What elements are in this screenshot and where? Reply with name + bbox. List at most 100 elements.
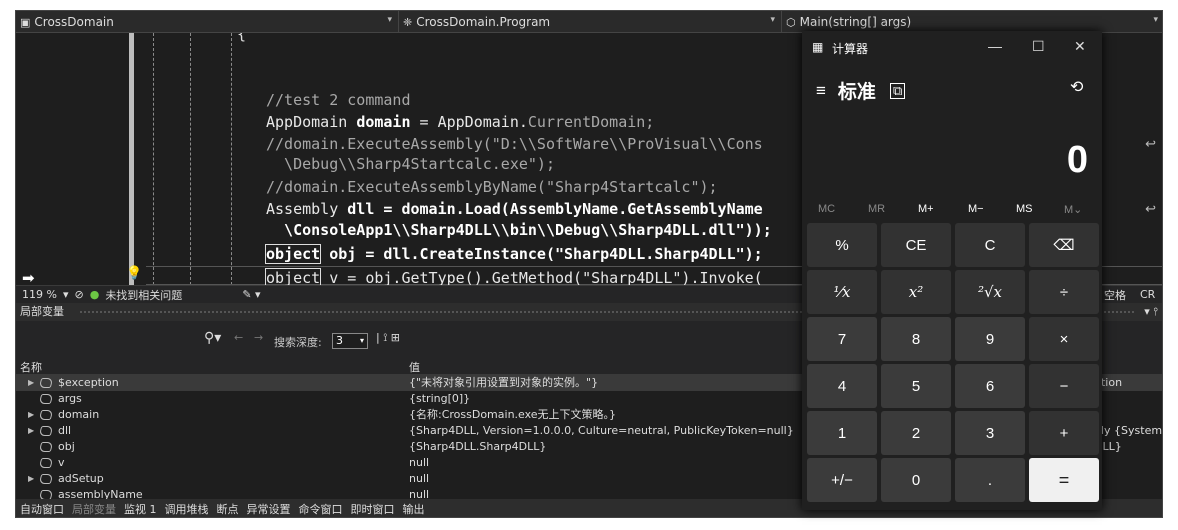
indent-guide [190, 33, 191, 285]
digit-5-button[interactable]: 5 [881, 364, 951, 408]
tab-watch[interactable]: 监视 1 [124, 501, 157, 517]
name-column-header[interactable]: 名称 [20, 359, 42, 375]
forward-arrow-icon[interactable]: → [254, 331, 263, 344]
class-label: CrossDomain.Program [416, 15, 551, 29]
indent-guide [153, 33, 154, 285]
execution-pointer-icon: ➡ [22, 269, 35, 285]
memory-store-button[interactable]: MS [1016, 203, 1033, 215]
tab-call-stack[interactable]: 调用堆栈 [165, 501, 209, 517]
digit-6-button[interactable]: 6 [955, 364, 1025, 408]
chevron-down-icon[interactable]: ▾ [63, 288, 69, 301]
search-depth-select[interactable]: 3 ▾ [332, 333, 368, 349]
change-tracking-bar [129, 33, 134, 285]
value-column-header[interactable]: 值 [409, 359, 420, 375]
brush-icon[interactable]: ✎ ▾ [242, 288, 260, 301]
digit-4-button[interactable]: 4 [807, 364, 877, 408]
calculator-display: 0 [1066, 139, 1088, 181]
variable-icon [38, 442, 54, 452]
wrap-icon: ↩ [1145, 202, 1156, 217]
history-icon[interactable]: ⟲ [1070, 77, 1083, 97]
reciprocal-button[interactable]: ¹⁄x [807, 270, 877, 314]
zoom-level[interactable]: 119 % [22, 288, 57, 301]
clear-button[interactable]: C [955, 223, 1025, 267]
health-icon: ⊘ [74, 288, 84, 301]
multiply-button[interactable]: × [1029, 317, 1099, 361]
memory-add-button[interactable]: M+ [918, 203, 934, 215]
calculator-titlebar: ▦ 计算器 — ☐ ✕ [802, 31, 1102, 63]
tab-output[interactable]: 输出 [403, 501, 425, 517]
add-button[interactable]: + [1029, 411, 1099, 455]
negate-button[interactable]: +/− [807, 458, 877, 502]
pin-toggle-icon[interactable]: | ⟟ ⊞ [376, 331, 400, 345]
square-button[interactable]: x² [881, 270, 951, 314]
clear-entry-button[interactable]: CE [881, 223, 951, 267]
class-icon: ❈ [403, 15, 413, 29]
expand-icon[interactable]: ▶ [28, 423, 34, 439]
square-root-button[interactable]: ²√x [955, 270, 1025, 314]
member-label: Main(string[] args) [799, 15, 912, 29]
divide-button[interactable]: ÷ [1029, 270, 1099, 314]
expand-icon[interactable]: ▶ [28, 471, 34, 487]
tab-autos[interactable]: 自动窗口 [20, 501, 64, 517]
backspace-button[interactable]: ⌫ [1029, 223, 1099, 267]
navigation-bar: ▣ CrossDomain ▾ ❈ CrossDomain.Program ▾ … [16, 11, 1162, 33]
tab-immediate-window[interactable]: 即时窗口 [351, 501, 395, 517]
calculator-title: 计算器 [832, 42, 869, 56]
tab-command-window[interactable]: 命令窗口 [299, 501, 343, 517]
code-line-22-wrap: \ConsoleApp1\\Sharp4DLL\\bin\\Debug\\Sha… [266, 221, 772, 239]
csharp-project-icon: ▣ [20, 15, 31, 29]
always-on-top-icon[interactable]: ⧉ [889, 82, 906, 99]
digit-9-button[interactable]: 9 [955, 317, 1025, 361]
code-line-21: //domain.ExecuteAssemblyByName("Sharp4St… [266, 178, 718, 196]
lightbulb-icon[interactable]: 💡 [126, 266, 142, 281]
code-line-20: //domain.ExecuteAssembly("D:\\SoftWare\\… [266, 135, 763, 153]
maximize-icon[interactable]: ☐ [1032, 38, 1045, 55]
variable-icon [38, 490, 54, 499]
code-line-23: object obj = dll.CreateInstance("Sharp4D… [264, 244, 763, 264]
code-line-19: AppDomain domain = AppDomain.CurrentDoma… [266, 113, 655, 131]
back-arrow-icon[interactable]: ← [234, 331, 243, 344]
project-label: CrossDomain [34, 15, 114, 29]
digit-0-button[interactable]: 0 [881, 458, 951, 502]
class-dropdown[interactable]: ❈ CrossDomain.Program ▾ [399, 11, 782, 33]
chevron-down-icon: ▾ [1153, 15, 1158, 25]
member-dropdown[interactable]: ⬡ Main(string[] args) ▾ [782, 11, 1162, 33]
memory-subtract-button[interactable]: M− [968, 203, 984, 215]
digit-3-button[interactable]: 3 [955, 411, 1025, 455]
digit-1-button[interactable]: 1 [807, 411, 877, 455]
memory-list-button[interactable]: M⌄ [1064, 203, 1082, 216]
chevron-down-icon: ▾ [770, 15, 775, 25]
tab-breakpoints[interactable]: 断点 [217, 501, 239, 517]
project-dropdown[interactable]: ▣ CrossDomain ▾ [16, 11, 399, 33]
pin-icon[interactable]: ▾ ⫯ [1144, 303, 1158, 321]
search-depth-label: 搜索深度: [274, 336, 322, 349]
issues-label[interactable]: 未找到相关问题 [105, 287, 182, 303]
chevron-down-icon: ▾ [387, 15, 392, 25]
code-line-24: object v = obj.GetType().GetMethod("Shar… [264, 268, 763, 285]
search-icon[interactable]: ⚲▾ [204, 330, 221, 346]
variable-icon [38, 410, 54, 420]
memory-recall-button[interactable]: MR [868, 203, 885, 215]
mode-label: 标准 [837, 82, 876, 103]
line-number-gutter: 15 16 17 18 19 20 21 22 23 24 [16, 33, 146, 285]
wrap-icon: ↩ [1145, 137, 1156, 152]
minimize-icon[interactable]: — [988, 38, 1002, 54]
code-line-18: //test 2 command [266, 91, 411, 109]
digit-7-button[interactable]: 7 [807, 317, 877, 361]
digit-8-button[interactable]: 8 [881, 317, 951, 361]
menu-icon[interactable]: ≡ [816, 81, 826, 101]
space-label: 空格 [1104, 288, 1126, 302]
subtract-button[interactable]: − [1029, 364, 1099, 408]
expand-icon[interactable]: ▶ [28, 407, 34, 423]
equals-button[interactable]: = [1029, 458, 1099, 502]
decimal-button[interactable]: . [955, 458, 1025, 502]
indent-guide [231, 33, 232, 285]
percent-button[interactable]: % [807, 223, 877, 267]
memory-clear-button[interactable]: MC [818, 203, 835, 215]
memory-row: MC MR M+ M− MS M⌄ [802, 203, 1102, 223]
digit-2-button[interactable]: 2 [881, 411, 951, 455]
tab-locals[interactable]: 局部变量 [72, 501, 116, 517]
tab-exception-settings[interactable]: 异常设置 [247, 501, 291, 517]
expand-icon[interactable]: ▶ [28, 375, 34, 391]
close-icon[interactable]: ✕ [1074, 38, 1086, 55]
